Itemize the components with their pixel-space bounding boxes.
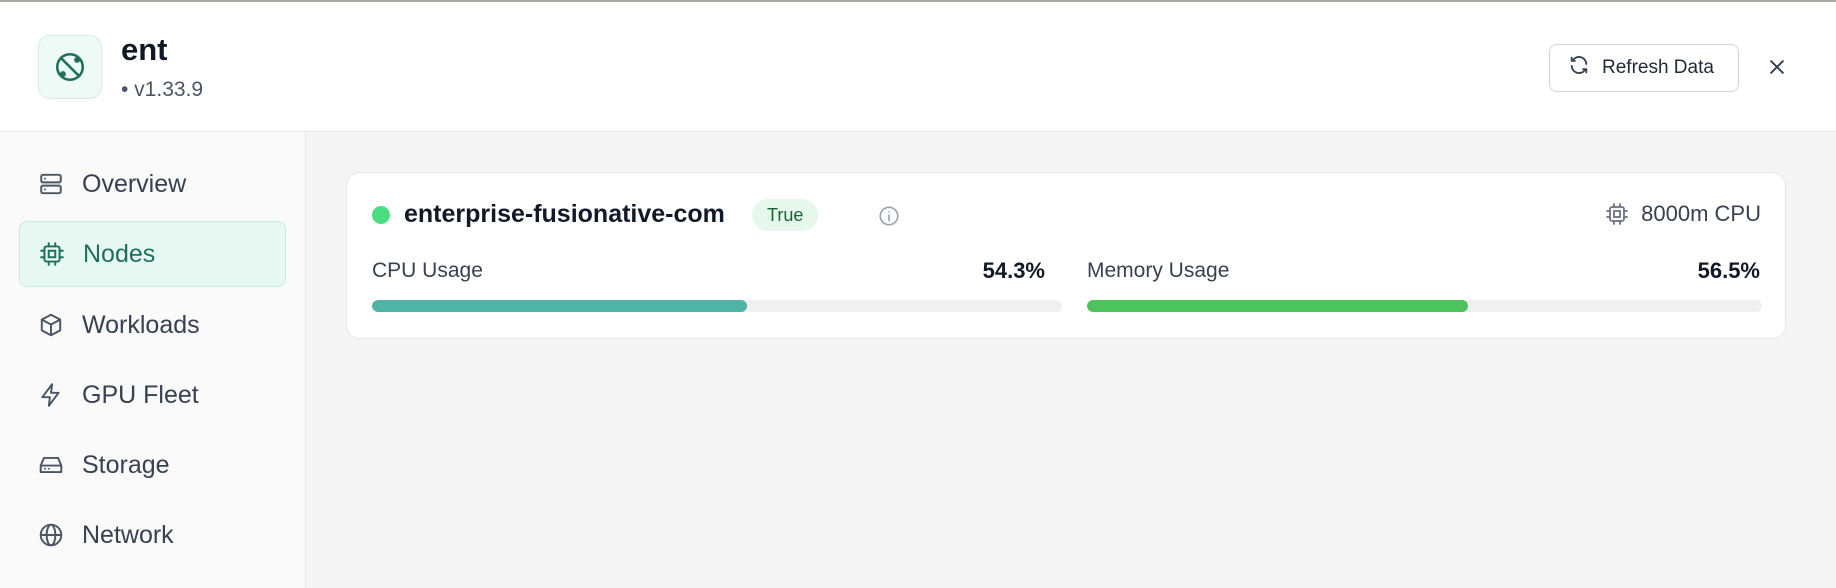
sidebar-item-label: Nodes — [83, 239, 156, 268]
node-name: enterprise-fusionative-com — [404, 200, 725, 228]
cluster-name: ent — [121, 32, 168, 67]
sidebar-item-label: Storage — [82, 450, 170, 479]
sidebar-item-nodes[interactable]: Nodes — [19, 221, 286, 287]
sidebar-item-gpu-fleet[interactable]: GPU Fleet — [19, 362, 286, 428]
app-header: ent • v1.33.9 Refresh Data — [0, 2, 1836, 132]
sidebar-item-label: Workloads — [82, 310, 200, 339]
sidebar-item-storage[interactable]: Storage — [19, 432, 286, 498]
sidebar-item-workloads[interactable]: Workloads — [19, 292, 286, 358]
memory-usage-bar — [1087, 300, 1762, 312]
cpu-usage-bar — [372, 300, 1062, 312]
sidebar-item-overview[interactable]: Overview — [19, 151, 286, 217]
hard-drive-icon — [39, 456, 63, 474]
sidebar-item-label: Network — [82, 520, 174, 549]
globe-icon — [39, 523, 63, 547]
cpu-capacity-label: 8000m CPU — [1641, 201, 1761, 226]
sidebar-item-label: Overview — [82, 169, 187, 198]
status-badge: True — [752, 199, 819, 231]
cpu-usage-bar-fill — [372, 300, 747, 312]
sidebar-item-label: GPU Fleet — [82, 380, 199, 409]
memory-usage-value: 56.5% — [1697, 258, 1760, 283]
refresh-icon — [1568, 54, 1590, 82]
memory-usage-label: Memory Usage — [1087, 259, 1230, 282]
close-icon[interactable] — [1762, 52, 1792, 82]
cluster-version: • v1.33.9 — [121, 78, 204, 101]
cpu-capacity: 8000m CPU — [1605, 201, 1761, 227]
cpu-chip-icon — [40, 242, 64, 266]
memory-usage-bar-fill — [1087, 300, 1469, 312]
refresh-data-label: Refresh Data — [1602, 57, 1714, 78]
node-card[interactable]: enterprise-fusionative-com True 8000m CP… — [346, 172, 1786, 339]
sidebar: Overview Nodes Workloads GPU Fleet Stora… — [0, 132, 306, 588]
refresh-data-button[interactable]: Refresh Data — [1549, 44, 1739, 92]
server-icon — [40, 173, 62, 195]
node-status-dot — [372, 206, 390, 224]
cluster-icon — [38, 35, 102, 99]
package-icon — [40, 313, 62, 337]
info-icon[interactable] — [878, 205, 900, 227]
cpu-usage-label: CPU Usage — [372, 259, 483, 282]
sidebar-item-network[interactable]: Network — [19, 502, 286, 568]
main-content: enterprise-fusionative-com True 8000m CP… — [306, 132, 1836, 588]
lightning-icon — [41, 383, 60, 407]
cpu-usage-value: 54.3% — [982, 258, 1045, 283]
cpu-chip-icon — [1606, 203, 1629, 225]
